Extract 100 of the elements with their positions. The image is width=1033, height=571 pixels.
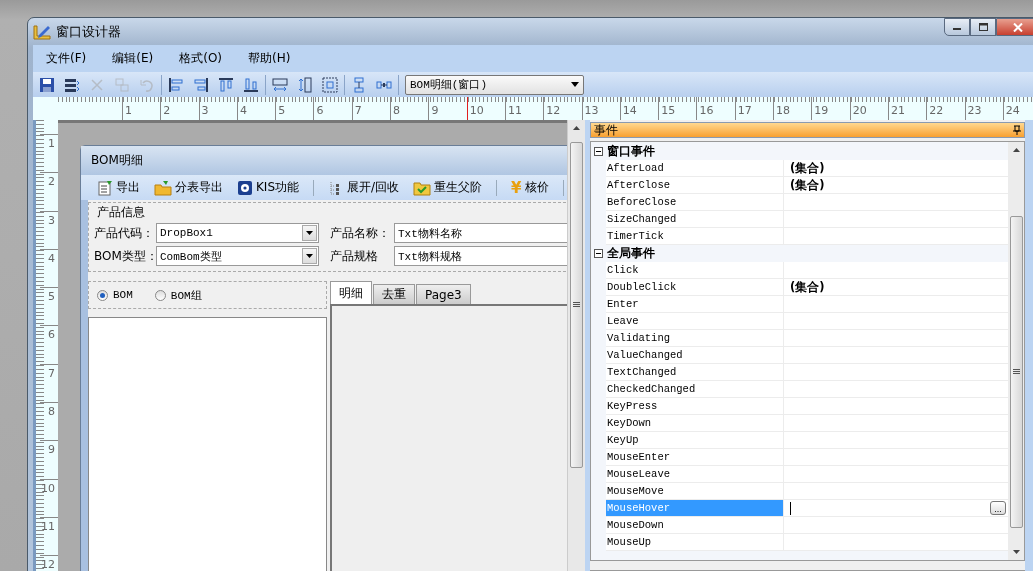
ruler-number: 1 — [125, 104, 132, 117]
property-name[interactable]: Leave — [606, 313, 784, 330]
property-name[interactable]: MouseUp — [606, 534, 784, 551]
property-value[interactable]: (集合) — [784, 160, 1008, 177]
property-value[interactable]: (集合) — [784, 177, 1008, 194]
grip-icon — [1012, 369, 1020, 375]
ruler-number: 7 — [48, 366, 55, 380]
close-button[interactable] — [996, 18, 1033, 36]
field-label: BOM类型： — [94, 247, 156, 265]
property-name[interactable]: MouseDown — [606, 517, 784, 534]
menu-item[interactable]: 帮助(H) — [239, 48, 300, 69]
tab[interactable]: 明细 — [330, 281, 372, 304]
properties-icon[interactable] — [64, 76, 80, 93]
property-name[interactable]: MouseMove — [606, 483, 784, 500]
property-name[interactable]: Click — [606, 262, 784, 279]
ruler-number: 13 — [584, 104, 599, 117]
property-name[interactable]: ValueChanged — [606, 347, 784, 364]
minimize-button[interactable] — [944, 18, 970, 36]
ruler-marker — [467, 97, 468, 120]
ruler-number: 24 — [1005, 104, 1020, 117]
property-name[interactable]: CheckedChanged — [606, 381, 784, 398]
property-name[interactable]: TextChanged — [606, 364, 784, 381]
menu-item[interactable]: 格式(O) — [170, 48, 232, 69]
ruler-number: 9 — [431, 104, 439, 117]
ruler-number: 7 — [354, 104, 362, 117]
text-field[interactable]: Txt物料名称 — [394, 223, 567, 243]
align-bottom-icon[interactable] — [243, 76, 259, 93]
property-name[interactable]: AfterLoad — [606, 160, 784, 177]
folder-icon — [413, 179, 432, 196]
ruler-number: 3 — [48, 213, 55, 227]
category-row[interactable]: 全局事件 — [591, 245, 1008, 262]
ruler-number: 8 — [48, 405, 55, 419]
ruler-number: 12 — [41, 558, 55, 571]
property-name[interactable]: DoubleClick — [606, 279, 784, 296]
dropdown-arrow-icon[interactable] — [306, 231, 313, 235]
toolbar-button[interactable]: ¥ 核价 — [511, 178, 549, 197]
scrollbar[interactable] — [1008, 142, 1024, 560]
property-value[interactable]: (集合) — [784, 279, 1008, 296]
dropdown-arrow-icon — [571, 82, 579, 87]
property-name[interactable]: AfterClose — [606, 177, 784, 194]
category-row[interactable]: 窗口事件 — [591, 143, 1008, 160]
radio-option[interactable]: BOM组 — [154, 287, 202, 303]
property-name[interactable]: Enter — [606, 296, 784, 313]
close-icon — [1013, 22, 1023, 32]
scroll-up-icon[interactable] — [573, 126, 580, 130]
maximize-button[interactable] — [970, 18, 996, 36]
ruler-number: 4 — [48, 251, 55, 265]
property-name[interactable]: TimerTick — [606, 228, 784, 245]
save-icon[interactable] — [39, 76, 55, 93]
ruler-number: 3 — [201, 104, 209, 117]
scroll-up-icon[interactable] — [1012, 148, 1020, 152]
property-name[interactable]: KeyUp — [606, 432, 784, 449]
ruler-pencil-icon — [33, 23, 51, 40]
ruler-number: 11 — [41, 519, 55, 533]
pin-icon[interactable] — [1013, 125, 1021, 135]
align-left-icon[interactable] — [168, 76, 184, 93]
ruler-number: 5 — [278, 104, 286, 117]
collapse-icon[interactable] — [594, 249, 603, 258]
ruler-number: 9 — [48, 443, 55, 457]
ellipsis-button[interactable]: ... — [990, 501, 1006, 515]
dropdown-arrow-icon[interactable] — [306, 254, 313, 258]
tab[interactable]: 去重 — [373, 284, 415, 304]
same-height-icon[interactable] — [297, 76, 313, 93]
property-name[interactable]: KeyDown — [606, 415, 784, 432]
ruler-number: 18 — [776, 104, 791, 117]
ruler-number: 10 — [469, 104, 484, 117]
dropdown-field[interactable]: DropBox1 — [156, 223, 319, 243]
property-name[interactable]: MouseLeave — [606, 466, 784, 483]
toolbar-button[interactable]: 分表导出 — [154, 179, 223, 196]
vertical-spacing-icon[interactable] — [351, 76, 367, 93]
property-name[interactable]: Validating — [606, 330, 784, 347]
toolbar-button[interactable]: 展开/回收 — [328, 179, 400, 196]
property-name[interactable]: SizeChanged — [606, 211, 784, 228]
object-dropdown[interactable]: BOM明细(窗口) — [405, 74, 584, 95]
ruler-number: 15 — [661, 104, 676, 117]
text-field[interactable]: Txt物料规格 — [394, 246, 567, 266]
property-name[interactable]: BeforeClose — [606, 194, 784, 211]
radio-option[interactable]: BOM — [97, 289, 133, 301]
same-width-icon[interactable] — [272, 76, 288, 93]
grip-icon — [573, 302, 580, 308]
align-right-icon[interactable] — [193, 76, 209, 93]
same-size-icon[interactable] — [322, 76, 338, 93]
toolbar-button[interactable]: 导出 — [97, 179, 140, 196]
ruler-number: 22 — [929, 104, 944, 117]
collapse-icon[interactable] — [594, 147, 603, 156]
toolbar-button[interactable]: KIS功能 — [237, 179, 300, 196]
align-top-icon[interactable] — [218, 76, 234, 93]
ruler-number: 17 — [737, 104, 752, 117]
scrollbar[interactable] — [567, 120, 585, 571]
property-name[interactable]: MouseEnter — [606, 449, 784, 466]
menu-item[interactable]: 文件(F) — [37, 48, 96, 69]
scroll-down-icon[interactable] — [1012, 550, 1020, 554]
toolbar-button[interactable]: 重生父阶 — [413, 179, 483, 196]
text-cursor — [790, 501, 791, 515]
property-value[interactable]: ... — [784, 500, 1008, 517]
menu-item[interactable]: 编辑(E) — [103, 48, 163, 69]
ruler-number: 6 — [316, 104, 324, 117]
dropdown-field[interactable]: ComBom类型 — [156, 246, 319, 266]
property-name[interactable]: KeyPress — [606, 398, 784, 415]
tab[interactable]: Page3 — [416, 284, 471, 304]
